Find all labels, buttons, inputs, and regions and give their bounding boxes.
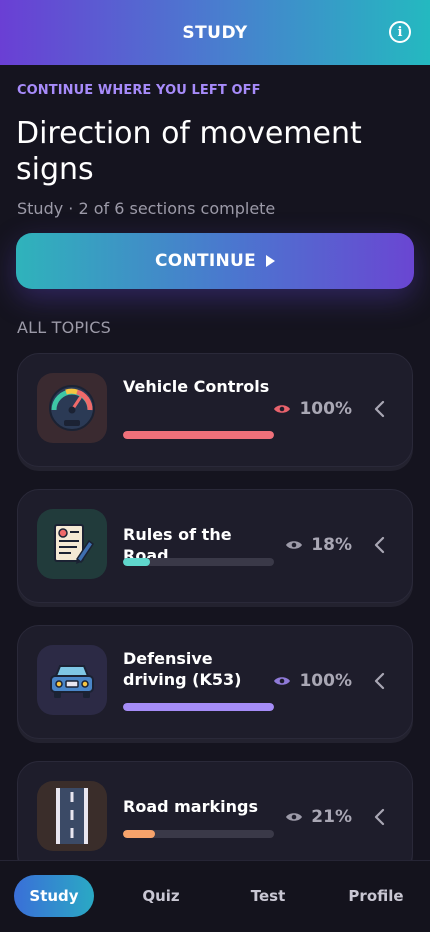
topic-progress-fill	[123, 703, 274, 711]
info-icon[interactable]: i	[389, 21, 411, 43]
topic-percent: 100%	[299, 671, 352, 691]
resume-eyebrow: CONTINUE WHERE YOU LEFT OFF	[17, 83, 261, 98]
tab-test[interactable]: Test	[234, 875, 302, 917]
topic-progress-bar	[123, 703, 274, 711]
lesson-title: Direction of movement signs	[16, 116, 362, 187]
topic-stat: 100%	[273, 399, 352, 419]
topic-percent: 100%	[299, 399, 352, 419]
bottom-tab-bar: Study Quiz Test Profile	[0, 860, 430, 932]
topic-title: Vehicle Controls	[123, 377, 270, 396]
play-icon	[266, 255, 276, 267]
topic-card-rules-of-the-road[interactable]: Rules of the Road 18%	[17, 489, 413, 603]
page-title: STUDY	[182, 22, 248, 43]
topic-title: Road markings	[123, 797, 258, 816]
chevron-left-icon[interactable]	[372, 535, 386, 555]
topic-stat: 18%	[285, 535, 352, 555]
continue-button-label: CONTINUE	[154, 251, 257, 271]
topic-percent: 18%	[311, 535, 352, 555]
topic-card-road-markings[interactable]: Road markings 21%	[17, 761, 413, 875]
chevron-left-icon[interactable]	[372, 399, 386, 419]
topic-card-vehicle-controls[interactable]: Vehicle Controls 100%	[17, 353, 413, 467]
topic-stat: 100%	[273, 671, 352, 691]
car-icon	[37, 645, 107, 715]
topic-percent: 21%	[311, 807, 352, 827]
eye-icon	[286, 541, 303, 549]
chevron-left-icon[interactable]	[372, 807, 386, 827]
topic-progress-bar	[123, 431, 274, 439]
chevron-left-icon[interactable]	[372, 671, 386, 691]
lesson-progress-text: Study · 2 of 6 sections complete	[17, 199, 276, 218]
eye-icon	[274, 677, 291, 685]
continue-button[interactable]: CONTINUE	[16, 233, 414, 289]
topic-progress-fill	[123, 431, 274, 439]
speedometer-icon	[37, 373, 107, 443]
all-topics-heading: ALL TOPICS	[17, 318, 111, 337]
document-pen-icon	[37, 509, 107, 579]
eye-icon	[286, 813, 303, 821]
topic-stat: 21%	[285, 807, 352, 827]
road-icon	[37, 781, 107, 851]
topic-progress-bar	[123, 830, 274, 838]
tab-profile[interactable]: Profile	[338, 875, 414, 917]
tab-quiz[interactable]: Quiz	[127, 875, 195, 917]
topic-progress-fill	[123, 830, 155, 838]
topic-progress-bar	[123, 558, 274, 566]
topic-progress-fill	[123, 558, 151, 566]
eye-icon	[274, 405, 291, 413]
tab-study[interactable]: Study	[14, 875, 94, 917]
topic-card-defensive-driving[interactable]: Defensive driving (K53) 100%	[17, 625, 413, 739]
topic-title: Defensive driving (K53)	[123, 649, 242, 689]
header-bar: STUDY i	[0, 0, 430, 65]
